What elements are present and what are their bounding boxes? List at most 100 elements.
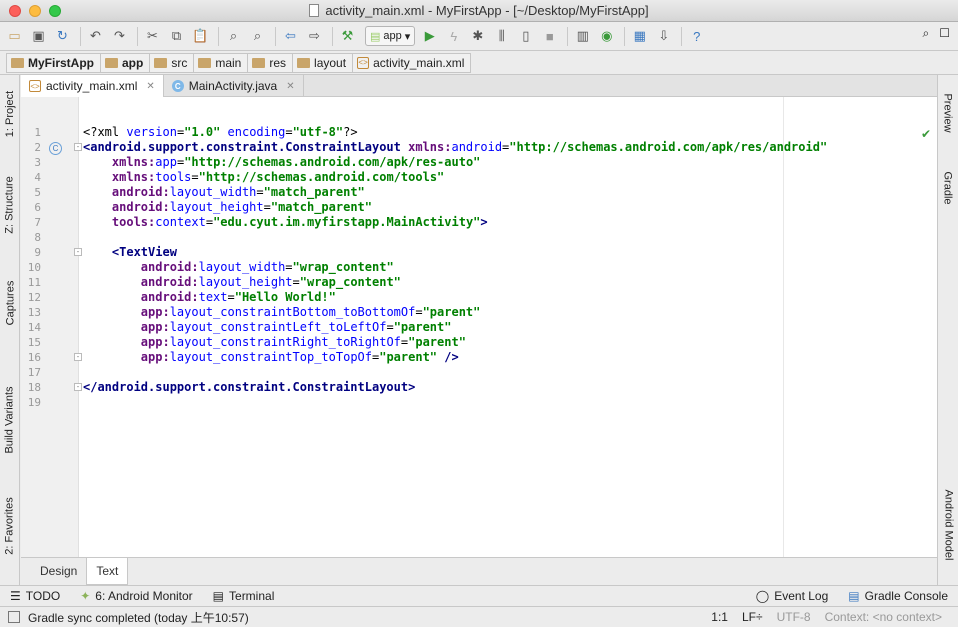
breadcrumb-item[interactable]: res [248, 52, 294, 73]
build-icon[interactable]: ⚒ [337, 26, 358, 47]
tool-tab-structure[interactable]: Z: Structure [0, 170, 20, 240]
line-number: 19 [27, 396, 41, 409]
code-line[interactable]: 8 [34, 230, 827, 245]
file-encoding[interactable]: UTF-8 [777, 610, 811, 624]
stop-icon[interactable]: ■ [539, 26, 560, 47]
code-line[interactable]: 3 xmlns:app="http://schemas.android.com/… [34, 155, 827, 170]
attach-icon[interactable]: ⫼ [491, 26, 512, 47]
code-line[interactable]: 19 [28, 395, 827, 410]
code-line[interactable]: 5 android:layout_width="match_parent" [34, 185, 827, 200]
minimize-window-button[interactable] [29, 5, 41, 17]
editor-tabs: <> activity_main.xml ✕ C MainActivity.ja… [21, 75, 937, 97]
code-line[interactable]: 16 - app:layout_constraintTop_toTopOf="pa… [28, 350, 827, 365]
close-tab-icon[interactable]: ✕ [286, 81, 294, 92]
close-tab-icon[interactable]: ✕ [146, 81, 154, 92]
code-line[interactable]: 6 android:layout_height="match_parent" [34, 200, 827, 215]
debug-icon[interactable]: ✱ [467, 26, 488, 47]
undo-icon[interactable]: ↶ [85, 26, 106, 47]
code-line[interactable]: 15 app:layout_constraintRight_toRightOf=… [28, 335, 827, 350]
copy-icon[interactable]: ⧉ [166, 26, 187, 47]
code-line[interactable]: 1 <?xml version="1.0" encoding="utf-8"?> [34, 125, 827, 140]
forward-icon[interactable]: ⇨ [304, 26, 325, 47]
breadcrumb-item[interactable]: app [101, 52, 151, 73]
tool-tab-preview[interactable]: Preview [938, 83, 958, 143]
user-icon[interactable]: ☐ [939, 26, 950, 41]
breadcrumb-item[interactable]: src [150, 52, 195, 73]
back-icon[interactable]: ⇦ [280, 26, 301, 47]
tab-design[interactable]: Design [31, 558, 86, 584]
tool-tab-build-variants[interactable]: Build Variants [0, 380, 20, 460]
code-line[interactable]: 18 - </android.support.constraint.Constrai… [28, 380, 827, 395]
tool-tab-project[interactable]: 1: Project [0, 83, 20, 145]
avd-manager-icon[interactable]: ▥ [572, 26, 593, 47]
code-line[interactable]: 14 app:layout_constraintLeft_toLeftOf="p… [28, 320, 827, 335]
code-line[interactable]: 17 [28, 365, 827, 380]
sdk-manager-icon[interactable]: ◉ [596, 26, 617, 47]
tab-main-activity-java[interactable]: C MainActivity.java ✕ [164, 75, 304, 97]
profile-icon[interactable]: ▯ [515, 26, 536, 47]
close-window-button[interactable] [9, 5, 21, 17]
breadcrumb-label: res [269, 55, 287, 70]
fold-toggle-icon[interactable]: - [74, 383, 82, 391]
code-content[interactable]: 1 <?xml version="1.0" encoding="utf-8"?> 2… [28, 125, 827, 410]
apply-changes-icon[interactable]: ϟ [443, 26, 464, 47]
search-icon[interactable]: ⌕ [923, 26, 930, 41]
find-icon[interactable]: ⌕ [223, 26, 244, 47]
code-line[interactable]: 4 xmlns:tools="http://schemas.android.co… [34, 170, 827, 185]
save-icon[interactable]: ▣ [28, 26, 49, 47]
code-text: android:layout_height="wrap_content" [140, 275, 401, 289]
sync-icon[interactable]: ↻ [52, 26, 73, 47]
tool-tab-android-model[interactable]: Android Model [938, 477, 958, 573]
help-icon[interactable]: ? [686, 26, 707, 47]
tool-tab-gradle[interactable]: Gradle [938, 160, 958, 216]
fold-toggle-icon[interactable]: - [74, 248, 82, 256]
tab-activity-main-xml[interactable]: <> activity_main.xml ✕ [21, 75, 164, 97]
tool-button-event-log[interactable]: ◯ Event Log [746, 589, 838, 603]
folder-icon [252, 57, 266, 68]
code-line[interactable]: 2 - <android.support.constraint.Constraint… [34, 140, 827, 155]
tool-window-toggle-icon[interactable] [8, 611, 20, 623]
tab-text[interactable]: Text [86, 558, 129, 585]
line-number: 3 [34, 156, 41, 169]
code-line[interactable]: 7 tools:context="edu.cyut.im.myfirstapp.… [34, 215, 827, 230]
code-text: <TextView [111, 245, 177, 259]
tool-button-android-monitor[interactable]: ✦ 6: Android Monitor [70, 589, 202, 603]
code-line[interactable]: 12 android:text="Hello World!" [28, 290, 827, 305]
tab-label: activity_main.xml [46, 79, 138, 93]
line-separator[interactable]: LF÷ [742, 610, 763, 624]
breadcrumb-item[interactable]: <> activity_main.xml [353, 52, 472, 73]
code-line[interactable]: 10 android:layout_width="wrap_content" [28, 260, 827, 275]
breadcrumb-item[interactable]: main [194, 52, 249, 73]
replace-icon[interactable]: ⌕ [247, 26, 268, 47]
fold-toggle-icon[interactable]: - [74, 143, 82, 151]
run-config-select[interactable]: ▤ app ▾ [365, 26, 416, 46]
tool-tab-captures[interactable]: Captures [0, 275, 20, 331]
code-line[interactable]: 9 - <TextView [34, 245, 827, 260]
paste-icon[interactable]: 📋 [190, 26, 211, 47]
tool-button-gradle-console[interactable]: ▤ Gradle Console [838, 589, 958, 603]
fold-toggle-icon[interactable]: - [74, 353, 82, 361]
code-line[interactable]: 13 app:layout_constraintBottom_toBottomO… [28, 305, 827, 320]
code-editor[interactable]: C ✔ 1 <?xml version="1.0" encoding="utf-8… [21, 97, 937, 557]
status-bar: Gradle sync completed (today 上午10:57) 1:… [0, 606, 958, 627]
tool-button-terminal[interactable]: ▤ Terminal [203, 589, 285, 603]
toolbar-separator [275, 26, 276, 46]
maximize-window-button[interactable] [49, 5, 61, 17]
breadcrumb-item[interactable]: MyFirstApp [6, 52, 101, 73]
caret-position[interactable]: 1:1 [711, 610, 728, 624]
toolbar-right: ⌕ ☐ [923, 26, 951, 41]
code-line[interactable]: 11 android:layout_height="wrap_content" [28, 275, 827, 290]
open-icon[interactable]: ▭ [4, 26, 25, 47]
run-icon[interactable]: ▶ [419, 26, 440, 47]
android-icon: ▤ [370, 30, 381, 43]
tool-button-todo[interactable]: ☰ TODO [0, 589, 70, 603]
project-structure-icon[interactable]: ▦ [629, 26, 650, 47]
code-text: tools:context="edu.cyut.im.myfirstapp.Ma… [111, 215, 488, 229]
redo-icon[interactable]: ↷ [109, 26, 130, 47]
breadcrumb-item[interactable]: layout [293, 52, 354, 73]
class-marker-icon[interactable]: C [49, 142, 62, 155]
gradle-sync-icon[interactable]: ⇩ [653, 26, 674, 47]
cut-icon[interactable]: ✂ [142, 26, 163, 47]
tool-tab-favorites[interactable]: 2: Favorites [0, 493, 20, 559]
context-indicator[interactable]: Context: <no context> [825, 610, 942, 624]
